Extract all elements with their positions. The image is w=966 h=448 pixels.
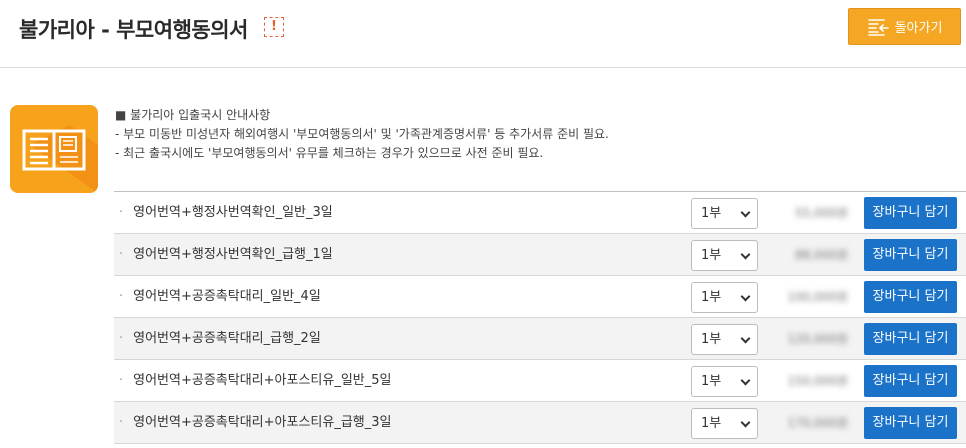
product-table: · 영어번역+행정사번역확인_일반_3일 1부 55,000원 장바구니 담기 ·… xyxy=(114,191,966,444)
chevron-down-icon xyxy=(740,249,751,260)
bullet: · xyxy=(119,289,124,304)
product-row: · 영어번역+공증촉탁대리+아포스티유_급행_3일 1부 170,000원 장바구… xyxy=(114,402,966,444)
price: 170,000원 xyxy=(778,414,848,432)
quantity-select[interactable]: 1부 xyxy=(691,324,758,355)
quantity-select[interactable]: 1부 xyxy=(691,198,758,229)
price: 55,000원 xyxy=(778,204,848,222)
product-name: · 영어번역+공증촉탁대리_일반_4일 xyxy=(119,276,321,318)
price-text: 100,000원 xyxy=(787,290,848,304)
open-book-document-icon xyxy=(22,125,98,193)
add-to-cart-button[interactable]: 장바구니 담기 xyxy=(864,281,957,313)
add-to-cart-button[interactable]: 장바구니 담기 xyxy=(864,407,957,439)
product-name-text: 영어번역+공증촉탁대리_일반_4일 xyxy=(133,289,321,304)
price-text: 170,000원 xyxy=(787,416,848,430)
bullet: · xyxy=(119,205,124,220)
quantity-select[interactable]: 1부 xyxy=(691,408,758,439)
chevron-down-icon xyxy=(740,333,751,344)
price-text: 88,000원 xyxy=(794,248,848,262)
quantity-select[interactable]: 1부 xyxy=(691,282,758,313)
document-logo xyxy=(10,105,98,193)
price: 150,000원 xyxy=(778,372,848,390)
chevron-down-icon xyxy=(740,375,751,386)
product-row: · 영어번역+행정사번역확인_급행_1일 1부 88,000원 장바구니 담기 xyxy=(114,234,966,276)
add-to-cart-button[interactable]: 장바구니 담기 xyxy=(864,365,957,397)
price: 120,000원 xyxy=(778,330,848,348)
chevron-down-icon xyxy=(740,417,751,428)
price: 100,000원 xyxy=(778,288,848,306)
notice-section: ■ 불가리아 입출국시 안내사항 - 부모 미동반 미성년자 해외여행시 '부모… xyxy=(115,106,609,163)
quantity-select[interactable]: 1부 xyxy=(691,366,758,397)
product-name: · 영어번역+행정사번역확인_일반_3일 xyxy=(119,192,333,234)
chevron-down-icon xyxy=(740,291,751,302)
alert-icon[interactable]: ! xyxy=(264,17,284,37)
chevron-down-icon xyxy=(740,207,751,218)
add-to-cart-button[interactable]: 장바구니 담기 xyxy=(864,239,957,271)
product-name: · 영어번역+공증촉탁대리_급행_2일 xyxy=(119,318,321,360)
quantity-value: 1부 xyxy=(701,374,722,389)
product-row: · 영어번역+공증촉탁대리_급행_2일 1부 120,000원 장바구니 담기 xyxy=(114,318,966,360)
quantity-value: 1부 xyxy=(701,416,722,431)
product-name-text: 영어번역+행정사번역확인_급행_1일 xyxy=(133,247,333,262)
product-row: · 영어번역+행정사번역확인_일반_3일 1부 55,000원 장바구니 담기 xyxy=(114,192,966,234)
notice-heading: ■ 불가리아 입출국시 안내사항 xyxy=(115,108,271,122)
product-name-text: 영어번역+행정사번역확인_일반_3일 xyxy=(133,205,333,220)
add-to-cart-button[interactable]: 장바구니 담기 xyxy=(864,323,957,355)
bullet: · xyxy=(119,331,124,346)
product-row: · 영어번역+공증촉탁대리_일반_4일 1부 100,000원 장바구니 담기 xyxy=(114,276,966,318)
page-header: 불가리아 - 부모여행동의서 ! 돌아가기 xyxy=(0,0,966,68)
page-title: 불가리아 - 부모여행동의서 xyxy=(19,18,248,42)
quantity-value: 1부 xyxy=(701,206,722,221)
quantity-select[interactable]: 1부 xyxy=(691,240,758,271)
product-name-text: 영어번역+공증촉탁대리_급행_2일 xyxy=(133,331,321,346)
back-button[interactable]: 돌아가기 xyxy=(848,8,961,45)
product-name: · 영어번역+행정사번역확인_급행_1일 xyxy=(119,234,333,276)
price-text: 120,000원 xyxy=(787,332,848,346)
price-text: 150,000원 xyxy=(787,374,848,388)
quantity-value: 1부 xyxy=(701,248,722,263)
list-arrow-left-icon xyxy=(867,18,889,36)
back-button-label: 돌아가기 xyxy=(894,21,943,36)
notice-line: - 부모 미동반 미성년자 해외여행시 '부모여행동의서' 및 '가족관계증명서… xyxy=(115,127,609,141)
product-name-text: 영어번역+공증촉탁대리+아포스티유_일반_5일 xyxy=(133,373,392,388)
product-row: · 영어번역+공증촉탁대리+아포스티유_일반_5일 1부 150,000원 장바구… xyxy=(114,360,966,402)
quantity-value: 1부 xyxy=(701,290,722,305)
bullet: · xyxy=(119,247,124,262)
price: 88,000원 xyxy=(778,246,848,264)
price-text: 55,000원 xyxy=(794,206,848,220)
product-name: · 영어번역+공증촉탁대리+아포스티유_일반_5일 xyxy=(119,360,391,402)
notice-line: - 최근 출국시에도 '부모여행동의서' 유무를 체크하는 경우가 있으므로 사… xyxy=(115,146,544,160)
product-name-text: 영어번역+공증촉탁대리+아포스티유_급행_3일 xyxy=(133,415,392,430)
bullet: · xyxy=(119,415,124,430)
bullet: · xyxy=(119,373,124,388)
product-name: · 영어번역+공증촉탁대리+아포스티유_급행_3일 xyxy=(119,402,391,444)
quantity-value: 1부 xyxy=(701,332,722,347)
add-to-cart-button[interactable]: 장바구니 담기 xyxy=(864,197,957,229)
